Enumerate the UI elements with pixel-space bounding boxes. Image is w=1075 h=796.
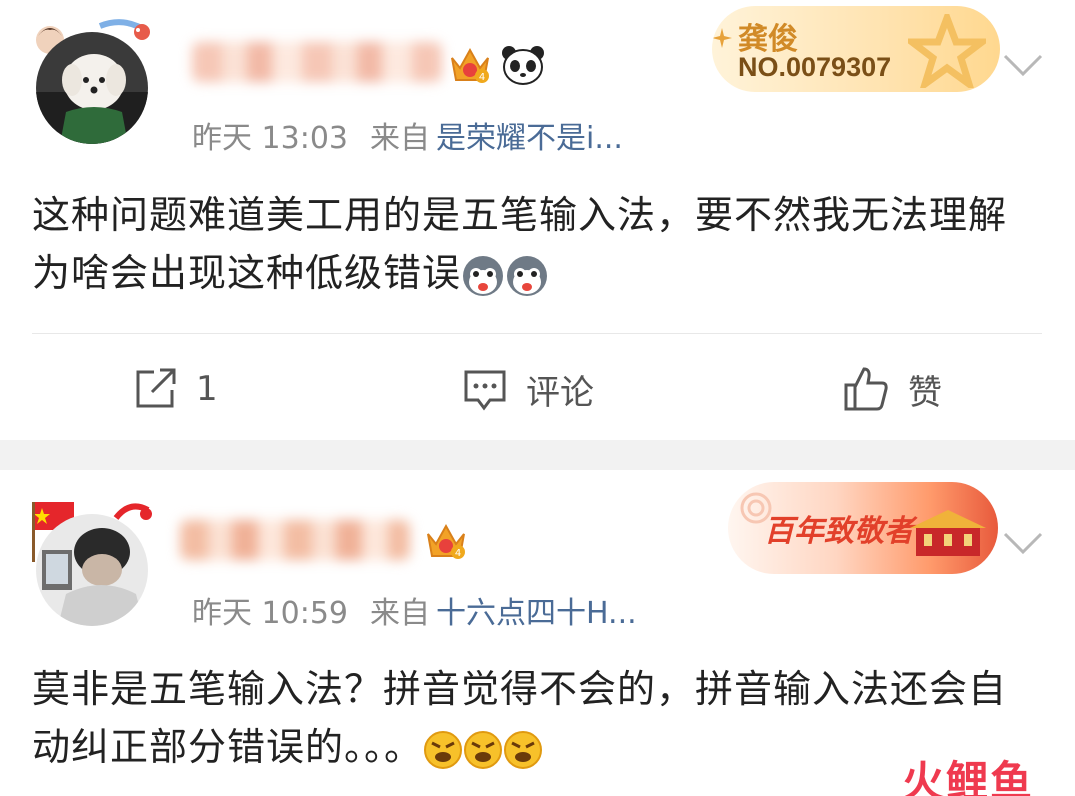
svg-text:4: 4 — [479, 72, 485, 83]
avatar-photo-1 — [36, 32, 148, 144]
post-time: 昨天 13:03 — [192, 121, 348, 156]
action-bar: 1 评论 赞 — [0, 355, 1075, 423]
husky-emoji — [463, 255, 504, 296]
post-separator — [0, 440, 1075, 470]
post-time: 昨天 10:59 — [192, 596, 348, 631]
like-icon — [844, 367, 888, 411]
comment-label: 评论 — [526, 372, 594, 413]
chevron-down-icon[interactable] — [1001, 528, 1045, 558]
avatar-1[interactable] — [30, 18, 155, 144]
svg-text:4: 4 — [455, 548, 461, 559]
angry-emoji — [424, 730, 463, 769]
husky-emoji — [507, 255, 548, 296]
crown-icon: 4 — [427, 523, 465, 559]
crown-icon: 4 — [451, 47, 489, 83]
member-badge-1[interactable]: 龚俊 NO.0079307 — [712, 6, 1000, 92]
chevron-down-icon[interactable] — [1001, 50, 1045, 80]
star-emblem-icon — [908, 14, 986, 88]
from-label: 来自 — [370, 121, 430, 156]
post-meta-2: 昨天 10:59 来自 十六点四十H... — [192, 588, 637, 632]
angry-emoji — [504, 730, 543, 769]
avatar-photo-2 — [36, 514, 148, 626]
like-button[interactable]: 赞 — [842, 355, 942, 423]
from-label: 来自 — [370, 596, 430, 631]
divider — [32, 333, 1042, 334]
nickname-blurred-2[interactable] — [180, 520, 410, 560]
post-content-1: 这种问题难道美工用的是五笔输入法，要不然我无法理解为啥会出现这种低级错误 — [32, 186, 1042, 302]
post-content-2: 莫非是五笔输入法？拼音觉得不会的，拼音输入法还会自动纠正部分错误的。。。 — [32, 660, 1042, 776]
post-meta-1: 昨天 13:03 来自 是荣耀不是i... — [192, 113, 623, 157]
source-link[interactable]: 是荣耀不是i... — [436, 121, 623, 156]
source-link[interactable]: 十六点四十H... — [436, 596, 637, 631]
sparkle-icon — [712, 28, 732, 48]
badge-number: NO.0079307 — [738, 52, 892, 82]
watermark-logo: 火鲤鱼 — [902, 757, 1035, 796]
comment-button[interactable]: 评论 — [462, 355, 594, 423]
repost-icon — [136, 368, 176, 408]
nickname-blurred-1[interactable] — [192, 42, 442, 82]
comment-icon — [464, 370, 506, 411]
repost-button[interactable]: 1 — [132, 355, 218, 423]
angry-emoji — [464, 730, 503, 769]
post-card-1: 4 龚俊 NO.0079307 昨天 13:03 来自 是荣耀不是i... 这种问题… — [0, 0, 1075, 440]
panda-icon — [502, 46, 544, 85]
tiananmen-icon — [910, 510, 986, 556]
like-label: 赞 — [908, 372, 942, 413]
repost-count: 1 — [196, 369, 218, 409]
member-badge-2[interactable]: 百年致敬者 — [728, 482, 998, 574]
badge-title: 百年致敬者 — [764, 514, 914, 549]
avatar-2[interactable] — [30, 500, 155, 626]
